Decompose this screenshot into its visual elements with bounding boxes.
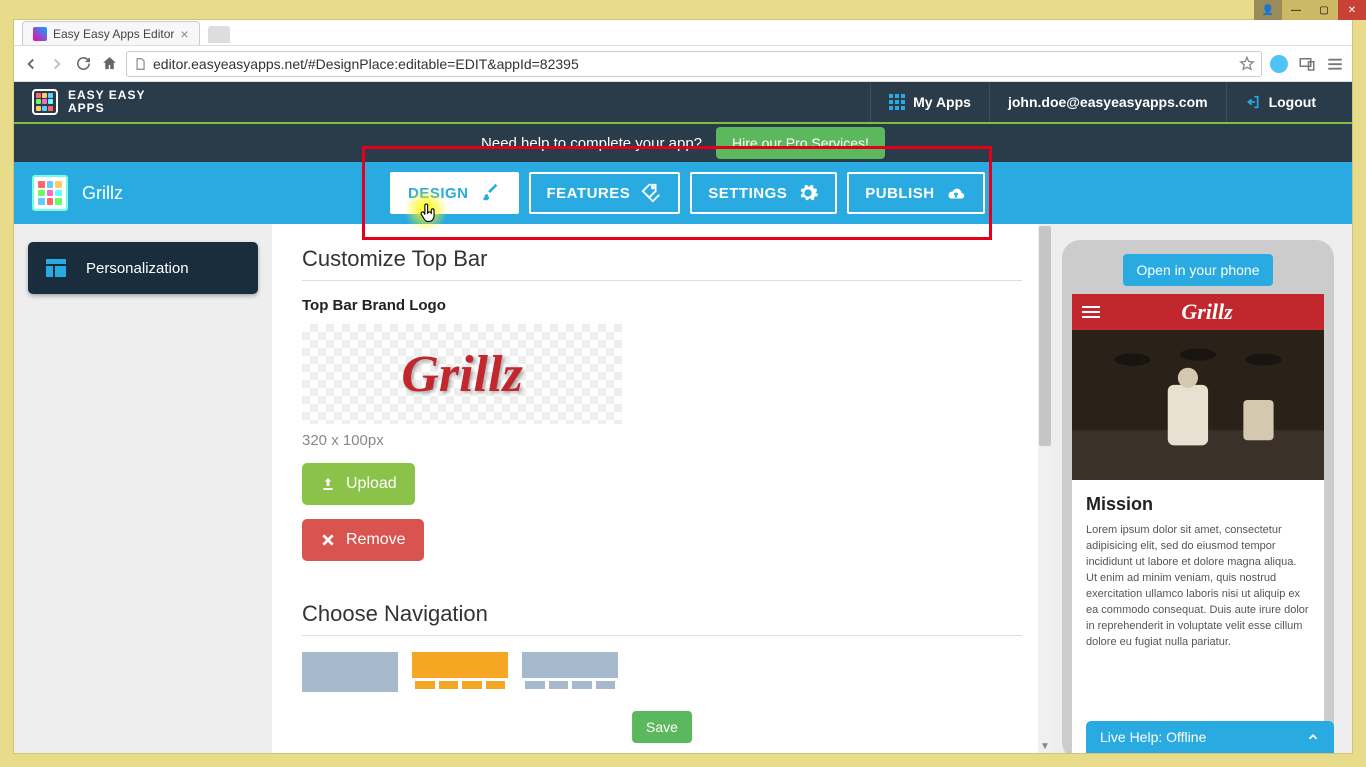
upload-icon bbox=[320, 476, 336, 492]
tab-title: Easy Easy Apps Editor bbox=[53, 27, 174, 41]
nav-option-1[interactable] bbox=[302, 652, 398, 692]
hire-pro-button[interactable]: Hire our Pro Services! bbox=[716, 127, 885, 159]
window-minimize[interactable]: — bbox=[1282, 0, 1310, 20]
tags-icon bbox=[640, 182, 662, 204]
back-icon[interactable] bbox=[22, 55, 40, 73]
preview-mission-title: Mission bbox=[1086, 494, 1310, 515]
nav-option-3[interactable] bbox=[522, 652, 618, 692]
left-sidebar: Personalization bbox=[14, 224, 272, 753]
tab-close-icon[interactable]: × bbox=[180, 26, 188, 42]
hamburger-icon[interactable] bbox=[1082, 306, 1100, 318]
live-help-widget[interactable]: Live Help: Offline bbox=[1086, 721, 1334, 753]
brand-line2: APPS bbox=[68, 102, 145, 115]
logo-grid-icon bbox=[32, 89, 58, 115]
scroll-down-icon[interactable]: ▼ bbox=[1040, 741, 1050, 751]
url-bar[interactable]: editor.easyeasyapps.net/#DesignPlace:edi… bbox=[126, 51, 1262, 77]
section-customize-topbar: Customize Top Bar bbox=[302, 246, 1022, 281]
logo-dimensions: 320 x 100px bbox=[302, 432, 1022, 449]
reload-icon[interactable] bbox=[74, 55, 92, 73]
menu-icon[interactable] bbox=[1326, 55, 1344, 73]
main-panel: ▲ ▼ Customize Top Bar Top Bar Brand Logo… bbox=[272, 224, 1052, 753]
upload-button[interactable]: Upload bbox=[302, 463, 415, 505]
browser-tab[interactable]: Easy Easy Apps Editor × bbox=[22, 21, 200, 45]
layout-icon bbox=[44, 256, 68, 280]
window-maximize[interactable]: ▢ bbox=[1310, 0, 1338, 20]
user-email[interactable]: john.doe@easyeasyapps.com bbox=[989, 82, 1226, 122]
preview-mission-text: Lorem ipsum dolor sit amet, consectetur … bbox=[1086, 523, 1310, 651]
section-choose-navigation: Choose Navigation bbox=[302, 601, 1022, 636]
tab-design[interactable]: DESIGN bbox=[390, 172, 519, 214]
window-close[interactable]: ✕ bbox=[1338, 0, 1366, 20]
logout-link[interactable]: Logout bbox=[1226, 82, 1334, 122]
gear-icon bbox=[797, 182, 819, 204]
scroll-thumb[interactable] bbox=[1039, 226, 1051, 446]
personalization-button[interactable]: Personalization bbox=[28, 242, 258, 294]
logo-preview-text: Grillz bbox=[401, 345, 522, 404]
app-icon bbox=[32, 175, 68, 211]
close-icon bbox=[320, 532, 336, 548]
preview-panel: Open in your phone Grillz bbox=[1052, 224, 1352, 753]
page-icon bbox=[133, 57, 147, 71]
tab-publish[interactable]: PUBLISH bbox=[847, 172, 984, 214]
preview-hero-image bbox=[1072, 330, 1324, 480]
app-logo[interactable]: EASY EASY APPS bbox=[32, 89, 145, 115]
my-apps-link[interactable]: My Apps bbox=[870, 82, 989, 122]
brush-icon bbox=[479, 182, 501, 204]
cloud-upload-icon bbox=[945, 182, 967, 204]
help-text: Need help to complete your app? bbox=[481, 135, 702, 152]
new-tab-button[interactable] bbox=[208, 26, 230, 43]
chevron-up-icon bbox=[1306, 730, 1320, 744]
app-header: EASY EASY APPS My Apps john.doe@easyeasy… bbox=[14, 82, 1352, 122]
url-text: editor.easyeasyapps.net/#DesignPlace:edi… bbox=[153, 56, 579, 72]
help-banner: Need help to complete your app? Hire our… bbox=[14, 122, 1352, 162]
tab-favicon bbox=[33, 27, 47, 41]
preview-logo: Grillz bbox=[1100, 299, 1314, 325]
tab-settings[interactable]: SETTINGS bbox=[690, 172, 837, 214]
bookmark-star-icon[interactable] bbox=[1239, 56, 1255, 72]
apps-grid-icon bbox=[889, 94, 905, 110]
window-user-icon[interactable]: 👤 bbox=[1254, 0, 1282, 20]
remove-button[interactable]: Remove bbox=[302, 519, 424, 561]
open-in-phone-button[interactable]: Open in your phone bbox=[1123, 254, 1274, 286]
logout-icon bbox=[1245, 94, 1261, 110]
forward-icon bbox=[48, 55, 66, 73]
logo-label: Top Bar Brand Logo bbox=[302, 297, 1022, 314]
home-icon[interactable] bbox=[100, 55, 118, 73]
preview-topbar: Grillz bbox=[1072, 294, 1324, 330]
app-toolbar: Grillz DESIGN FEATURES SETTINGS PUBLISH bbox=[14, 162, 1352, 224]
scrollbar[interactable]: ▲ ▼ bbox=[1038, 224, 1052, 753]
app-name: Grillz bbox=[82, 183, 123, 204]
logo-preview: Grillz bbox=[302, 324, 622, 424]
browser-toolbar: editor.easyeasyapps.net/#DesignPlace:edi… bbox=[14, 46, 1352, 82]
tab-features[interactable]: FEATURES bbox=[529, 172, 681, 214]
save-button[interactable]: Save bbox=[632, 711, 692, 743]
nav-option-2[interactable] bbox=[412, 652, 508, 692]
browser-tab-strip: Easy Easy Apps Editor × bbox=[14, 20, 1352, 46]
extension-icon[interactable] bbox=[1270, 55, 1288, 73]
device-icon[interactable] bbox=[1298, 55, 1316, 73]
phone-frame: Open in your phone Grillz bbox=[1062, 240, 1334, 753]
